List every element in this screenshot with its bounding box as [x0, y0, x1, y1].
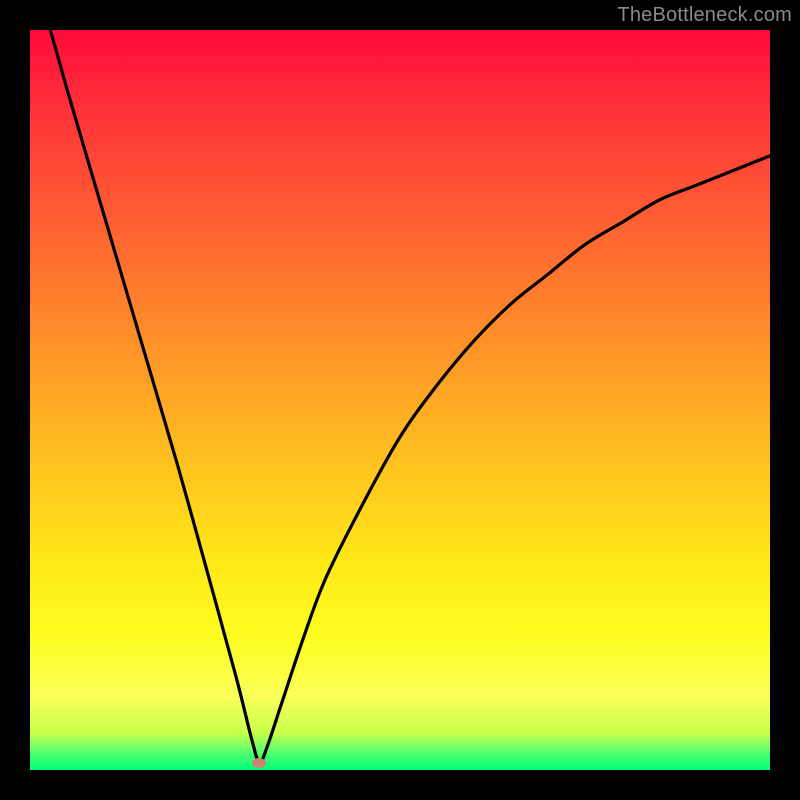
chart-frame: TheBottleneck.com — [0, 0, 800, 800]
minimum-marker — [252, 758, 266, 768]
plot-area — [30, 30, 770, 770]
bottleneck-curve — [30, 30, 770, 770]
watermark-text: TheBottleneck.com — [617, 4, 792, 27]
